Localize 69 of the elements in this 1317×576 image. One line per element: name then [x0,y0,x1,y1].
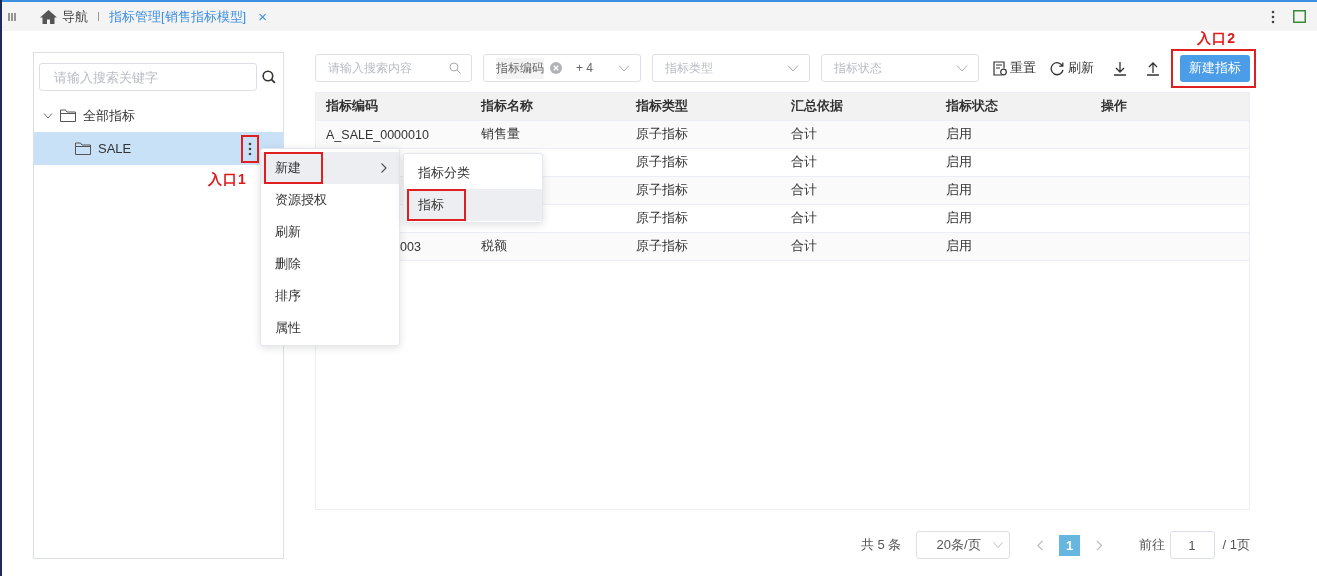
menu-item[interactable]: 刷新 [261,216,399,248]
table-cell-text: 销售量 [480,126,521,143]
table-cell-text: 启用 [945,210,973,227]
search-icon[interactable] [262,70,276,84]
folder-icon [75,142,91,155]
page-input[interactable]: 1 [1169,531,1215,559]
tab[interactable]: 导航 [40,7,88,26]
select-tag: 指标编码 [496,57,545,79]
total-count: 共 5 条 [861,536,902,554]
table-cell-text: 合计 [790,182,818,199]
table-cell-text: 原子指标 [635,238,689,255]
chevron-down-icon [992,542,1003,548]
download-icon[interactable] [1113,60,1127,76]
menu-item[interactable]: 属性 [261,312,399,344]
chevron-down-icon [787,64,799,72]
table-cell-text: 合计 [790,238,818,255]
menu-item[interactable]: 排序 [261,280,399,312]
table-cell-text: 原子指标 [635,210,689,227]
menu-item[interactable]: 指标分类 [404,157,542,189]
chevron-right-icon [381,163,387,173]
table-cell-text: A_SALE_0000010 [325,127,430,142]
tree-item-label: 全部指标 [83,106,135,125]
column-header: 指标类型 [634,98,689,115]
page-count: / 1页 [1222,536,1250,554]
home-icon [40,9,57,24]
table-cell-text: 启用 [945,154,973,171]
select-field[interactable]: 指标编码 + 4 [483,54,641,82]
annotation-label: 入口1 [208,171,247,189]
menu-item[interactable]: 资源授权 [261,184,399,216]
table-cell-text: 合计 [790,126,818,143]
table-cell-text: 003 [399,239,422,254]
column-header: 汇总依据 [790,98,844,115]
table-cell-text: 原子指标 [635,126,689,143]
goto-label: 前往 [1138,536,1165,554]
table-cell-text: 合计 [790,210,818,227]
column-header: 指标名称 [479,98,534,115]
table-cell-text: 原子指标 [635,182,689,199]
column-header: 操作 [1100,98,1128,115]
chevron-down-icon[interactable] [43,112,53,119]
folder-icon [60,109,76,122]
table-cell-text: 原子指标 [635,154,689,171]
chevron-down-icon [956,64,968,72]
refresh-icon [1050,60,1065,76]
tree-item-label: SALE [98,141,132,156]
column-header: 指标编码 [324,98,379,115]
more-icon [248,141,252,156]
search-field[interactable]: 请输入搜索关键字 [39,63,258,91]
table-cell-text: 启用 [945,238,973,255]
menu-item[interactable]: 指标 [404,189,542,221]
table-cell-text: 合计 [790,154,818,171]
column-header: 指标状态 [944,98,999,115]
annotation-label: 入口2 [1197,30,1236,48]
table-cell-text: 启用 [945,182,973,199]
more-icon[interactable] [1271,9,1275,24]
drag-handle-icon[interactable] [8,11,16,22]
more-button[interactable] [243,136,257,161]
chevron-down-icon [618,64,630,72]
document-icon [993,60,1007,76]
search-icon [449,62,462,74]
tree-item[interactable]: 全部指标 [34,99,283,132]
menu-item[interactable]: 新建 [261,152,399,184]
table-cell-text: 税额 [480,238,508,255]
table-cell-text: 启用 [945,126,973,143]
reset-button[interactable]: 重置 [993,59,1036,77]
refresh-button[interactable]: 刷新 [1050,59,1094,77]
upload-icon[interactable] [1146,60,1160,76]
window-icon[interactable] [1293,10,1306,23]
menu-item[interactable]: 删除 [261,248,399,280]
page-size-select[interactable]: 20条/页 [916,531,1010,559]
